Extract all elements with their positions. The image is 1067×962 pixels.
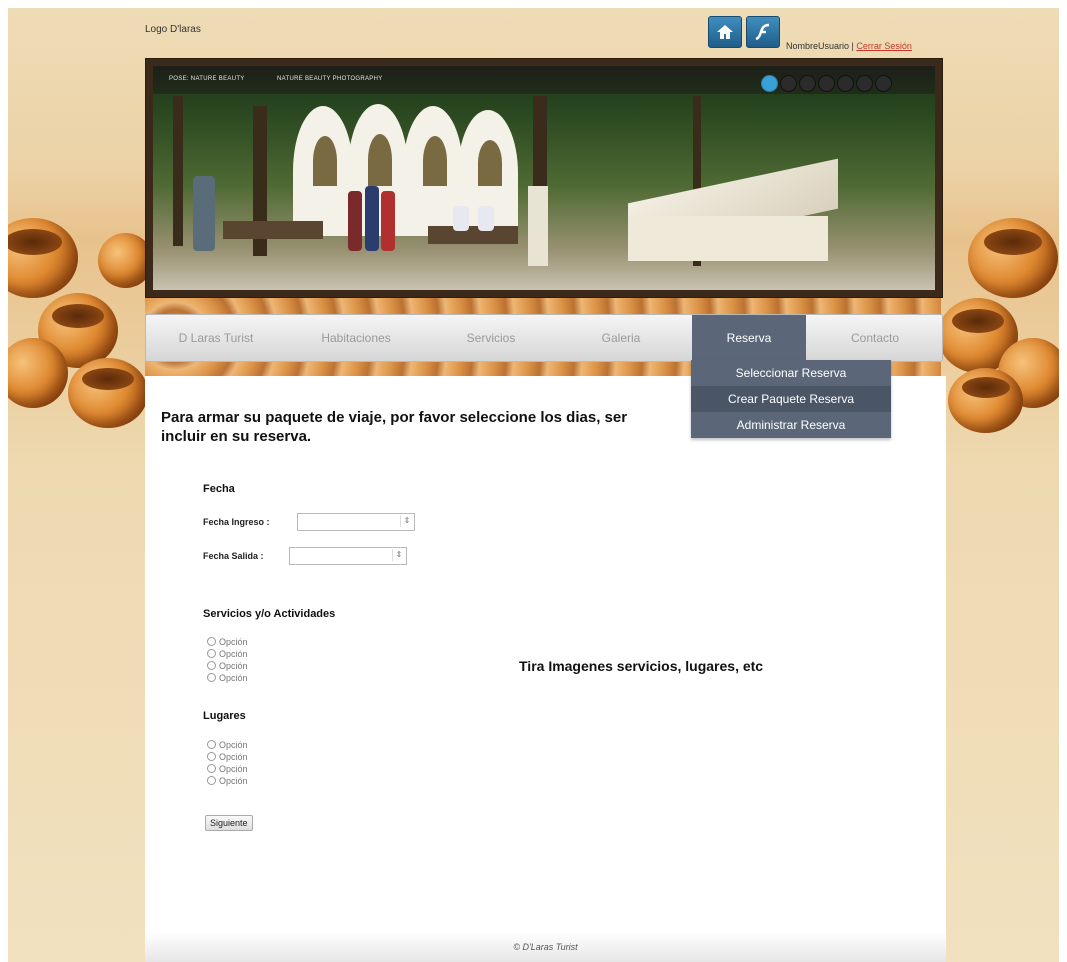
person-figure <box>381 191 395 251</box>
tree-trunk <box>173 96 183 246</box>
option-label: Opción <box>219 740 248 750</box>
bench <box>223 221 323 239</box>
option-label: Opción <box>219 649 248 659</box>
image-strip-placeholder: Tira Imagenes servicios, lugares, etc <box>519 658 764 674</box>
slider-dot[interactable] <box>875 75 892 92</box>
flash-icon[interactable] <box>746 16 780 48</box>
spinner-icon[interactable]: ⇕ <box>392 549 405 561</box>
pottery-decoration <box>68 358 148 428</box>
slider-dot[interactable] <box>799 75 816 92</box>
radio-icon[interactable] <box>207 649 216 658</box>
fecha-ingreso-input[interactable]: ⇕ <box>297 513 415 531</box>
option-label: Opción <box>219 637 248 647</box>
pillar <box>528 186 548 266</box>
nav-item-servicios[interactable]: Servicios <box>426 315 556 361</box>
fecha-salida-input[interactable]: ⇕ <box>289 547 407 565</box>
radio-icon[interactable] <box>207 752 216 761</box>
nav-item-home[interactable]: D Laras Turist <box>146 315 286 361</box>
option-label: Opción <box>219 661 248 671</box>
slider-dot[interactable] <box>780 75 797 92</box>
radio-icon[interactable] <box>207 776 216 785</box>
slider-dot[interactable] <box>856 75 873 92</box>
banner-caption: NATURE BEAUTY PHOTOGRAPHY <box>277 76 383 82</box>
radio-icon[interactable] <box>207 673 216 682</box>
site-logo[interactable]: Logo D'laras <box>145 24 201 35</box>
lugar-option[interactable]: Opción <box>207 775 248 788</box>
username-label: NombreUsuario <box>786 41 850 51</box>
pergola-base <box>628 216 828 261</box>
radio-icon[interactable] <box>207 740 216 749</box>
main-content: Para armar su paquete de viaje, por favo… <box>145 376 946 962</box>
banner-photo: POSE: NATURE BEAUTY NATURE BEAUTY PHOTOG… <box>153 66 935 290</box>
person-figure <box>193 176 215 251</box>
dropdown-item-administrar[interactable]: Administrar Reserva <box>691 412 891 438</box>
person-figure <box>348 191 362 251</box>
separator: | <box>851 41 854 51</box>
dropdown-item-crear[interactable]: Crear Paquete Reserva <box>691 386 891 412</box>
radio-icon[interactable] <box>207 764 216 773</box>
page-background: Logo D'laras NombreUsuario | Cerrar Sesi… <box>8 8 1059 962</box>
main-nav: D Laras Turist Habitaciones Servicios Ga… <box>145 314 943 362</box>
slider-dot[interactable] <box>837 75 854 92</box>
arch-opening <box>368 134 392 186</box>
nav-item-reserva[interactable]: Reserva <box>692 315 806 361</box>
radio-icon[interactable] <box>207 661 216 670</box>
radio-icon[interactable] <box>207 637 216 646</box>
arch-opening <box>478 140 502 186</box>
reserva-dropdown: Seleccionar Reserva Crear Paquete Reserv… <box>691 360 891 438</box>
servicios-heading: Servicios y/o Actividades <box>203 608 336 620</box>
banner-caption: POSE: NATURE BEAUTY <box>169 76 245 82</box>
fecha-heading: Fecha <box>203 483 235 495</box>
spinner-icon[interactable]: ⇕ <box>400 515 413 527</box>
slider-dot-active[interactable] <box>761 75 778 92</box>
person-figure <box>478 206 494 231</box>
nav-item-habitaciones[interactable]: Habitaciones <box>286 315 426 361</box>
fecha-salida-label: Fecha Salida : <box>203 551 264 561</box>
logout-link[interactable]: Cerrar Sesión <box>856 41 912 51</box>
person-figure <box>453 206 469 231</box>
footer: © D'Laras Turist <box>145 932 946 962</box>
slider-dot[interactable] <box>818 75 835 92</box>
pottery-decoration <box>8 218 78 298</box>
arch-opening <box>313 136 337 186</box>
nav-item-galeria[interactable]: Galeria <box>556 315 686 361</box>
person-figure <box>365 186 379 251</box>
option-label: Opción <box>219 752 248 762</box>
dropdown-item-seleccionar[interactable]: Seleccionar Reserva <box>691 360 891 386</box>
bench <box>428 226 518 244</box>
siguiente-button[interactable]: Siguiente <box>205 815 253 831</box>
banner-slider: POSE: NATURE BEAUTY NATURE BEAUTY PHOTOG… <box>145 58 943 298</box>
pottery-decoration <box>948 368 1023 433</box>
nav-item-contacto[interactable]: Contacto <box>808 315 942 361</box>
arch-opening <box>423 136 447 186</box>
intro-line-2: incluir en su reserva. <box>161 428 312 445</box>
user-area: NombreUsuario | Cerrar Sesión <box>786 41 912 51</box>
servicio-option[interactable]: Opción <box>207 672 248 685</box>
option-label: Opción <box>219 673 248 683</box>
pottery-decoration <box>968 218 1058 298</box>
lugares-heading: Lugares <box>203 710 246 722</box>
option-label: Opción <box>219 764 248 774</box>
intro-line-1: Para armar su paquete de viaje, por favo… <box>161 409 628 426</box>
option-label: Opción <box>219 776 248 786</box>
fecha-ingreso-label: Fecha Ingreso : <box>203 517 270 527</box>
home-icon[interactable] <box>708 16 742 48</box>
